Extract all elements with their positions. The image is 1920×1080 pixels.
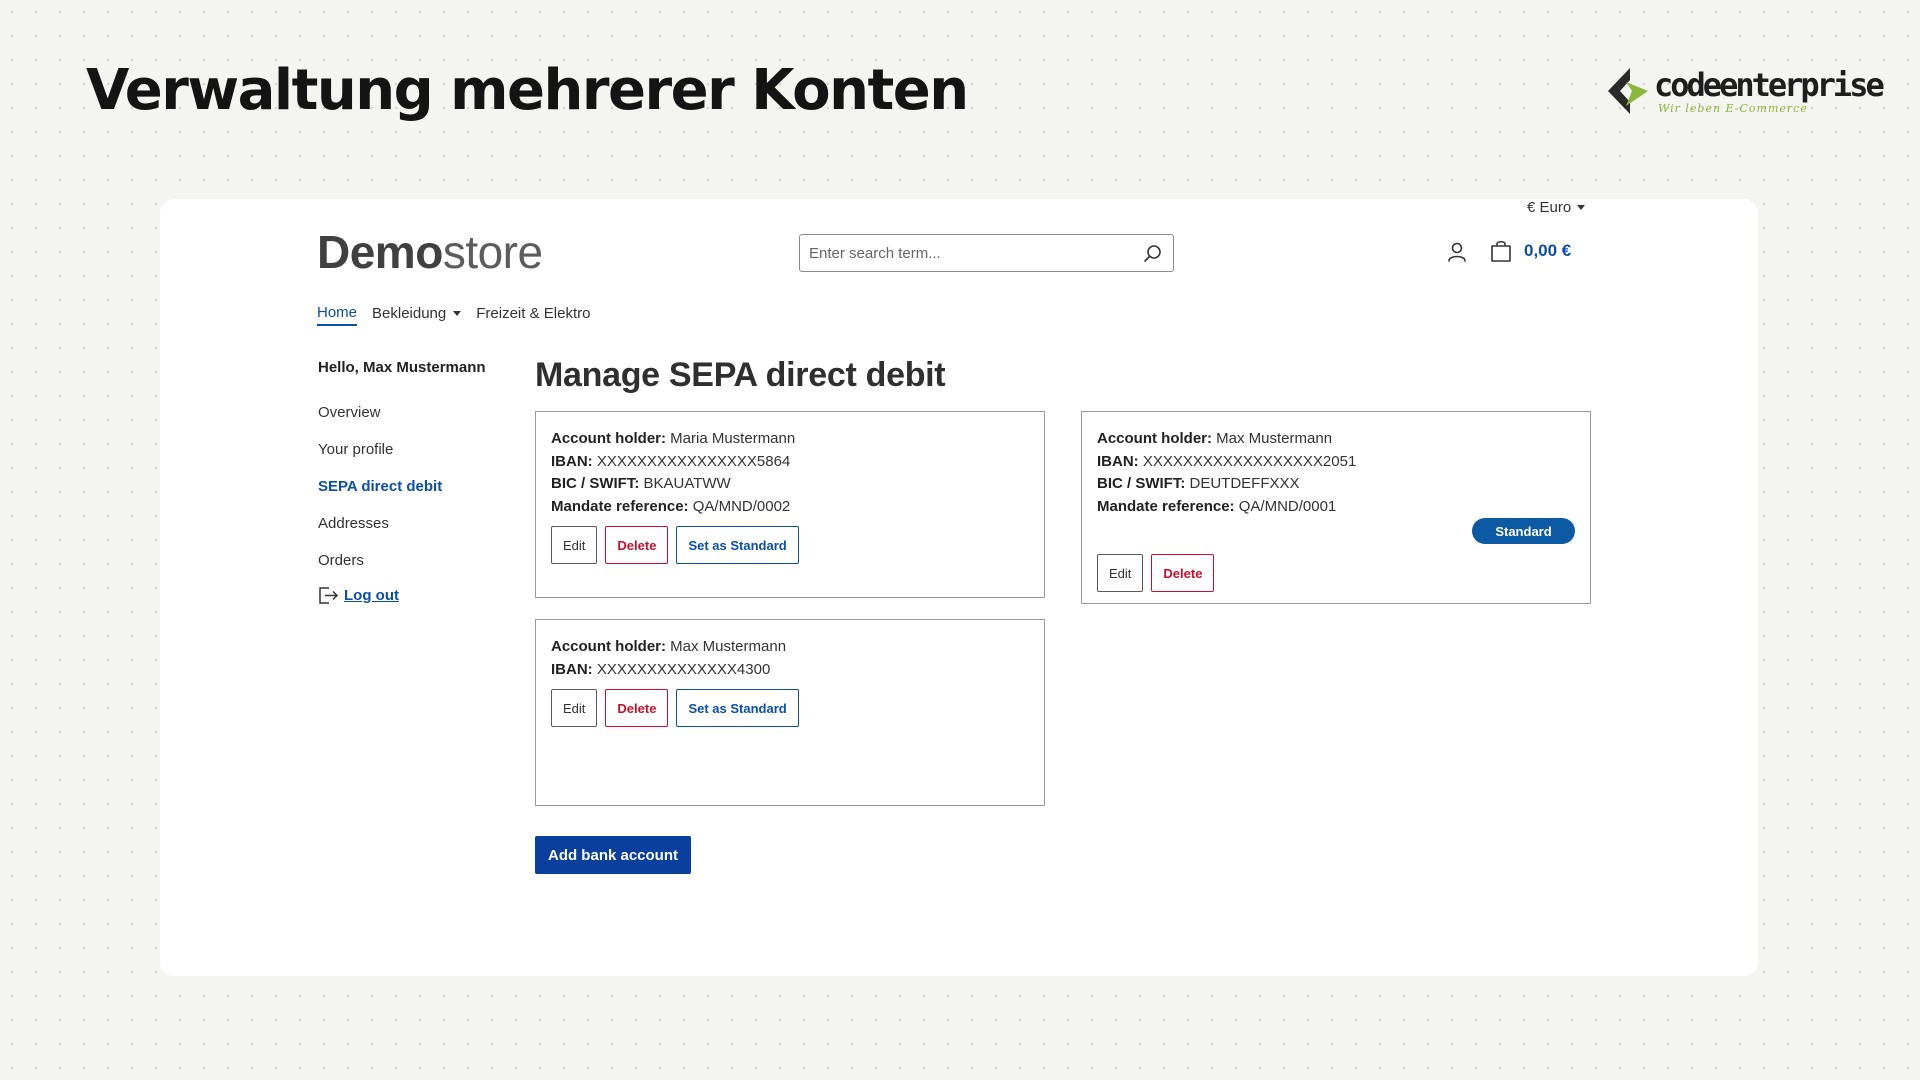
account-holder-value: Max Mustermann bbox=[1216, 430, 1333, 447]
add-bank-account-button[interactable]: Add bank account bbox=[535, 836, 691, 874]
sidebar-item-overview[interactable]: Overview bbox=[318, 404, 538, 441]
iban-value: XXXXXXXXXXXXXXXXXX2051 bbox=[1142, 452, 1357, 470]
cart-icon[interactable] bbox=[1490, 239, 1512, 263]
sidebar-item-orders[interactable]: Orders bbox=[318, 552, 538, 589]
sidebar-item-profile[interactable]: Your profile bbox=[318, 441, 538, 478]
field-label: Account holder: bbox=[551, 430, 666, 447]
currency-label: € Euro bbox=[1527, 199, 1572, 216]
mandate-value: QA/MND/0001 bbox=[1238, 497, 1337, 515]
delete-button[interactable]: Delete bbox=[605, 526, 669, 564]
field-label: Account holder: bbox=[1097, 430, 1212, 447]
mandate-line: Mandate reference: QA/MND/0001 bbox=[1097, 496, 1575, 519]
mandate-value: QA/MND/0002 bbox=[692, 497, 791, 515]
store-logo-light: store bbox=[442, 226, 543, 278]
account-holder-value: Max Mustermann bbox=[670, 638, 787, 655]
field-label: Account holder: bbox=[551, 638, 666, 655]
edit-button[interactable]: Edit bbox=[1097, 554, 1144, 592]
set-standard-button[interactable]: Set as Standard bbox=[676, 526, 799, 564]
brand-name: codeenterprise bbox=[1654, 66, 1885, 104]
main-navigation: Home Bekleidung Freizeit & Elektro bbox=[317, 304, 590, 326]
account-actions: Edit Delete bbox=[1097, 554, 1575, 592]
account-actions: Edit Delete Set as Standard bbox=[551, 689, 1029, 727]
iban-line: IBAN: XXXXXXXXXXXXXX4300 bbox=[551, 659, 1029, 682]
nav-item-freizeit-elektro[interactable]: Freizeit & Elektro bbox=[476, 304, 590, 326]
store-screenshot-card: € Euro Demostore 0,00 € Home Bekleidung … bbox=[160, 199, 1758, 976]
chevron-down-icon bbox=[1577, 205, 1586, 210]
brand-tagline: Wir leben E-Commerce bbox=[1658, 102, 1808, 115]
iban-line: IBAN: XXXXXXXXXXXXXXXX5864 bbox=[551, 451, 1029, 474]
bank-account-card: Account holder: Maria Mustermann IBAN: X… bbox=[535, 411, 1045, 598]
logout-icon bbox=[319, 587, 339, 604]
set-standard-button[interactable]: Set as Standard bbox=[676, 689, 799, 727]
standard-badge: Standard bbox=[1472, 518, 1575, 544]
field-label: Mandate reference: bbox=[551, 497, 689, 515]
search-box bbox=[799, 234, 1174, 272]
iban-value: XXXXXXXXXXXXXX4300 bbox=[596, 660, 771, 678]
sidebar-item-addresses[interactable]: Addresses bbox=[318, 515, 538, 552]
account-holder-value: Maria Mustermann bbox=[670, 430, 796, 447]
account-sidebar: Hello, Max Mustermann Overview Your prof… bbox=[318, 359, 538, 605]
bic-line: BIC / SWIFT: BKAUATWW bbox=[551, 473, 1029, 496]
nav-item-bekleidung[interactable]: Bekleidung bbox=[372, 304, 462, 326]
delete-button[interactable]: Delete bbox=[605, 689, 669, 727]
brand-mark-icon bbox=[1608, 68, 1648, 114]
bank-account-card: Account holder: Max Mustermann IBAN: XXX… bbox=[535, 619, 1045, 806]
nav-item-home[interactable]: Home bbox=[317, 304, 358, 326]
iban-line: IBAN: XXXXXXXXXXXXXXXXXX2051 bbox=[1097, 451, 1575, 474]
logout-label: Log out bbox=[344, 586, 399, 604]
field-label: IBAN: bbox=[551, 660, 593, 678]
account-holder-line: Account holder: Max Mustermann bbox=[1097, 428, 1575, 451]
mandate-line: Mandate reference: QA/MND/0002 bbox=[551, 496, 1029, 519]
account-holder-line: Account holder: Maria Mustermann bbox=[551, 428, 1029, 451]
field-label: IBAN: bbox=[1097, 452, 1139, 470]
store-logo-bold: Demo bbox=[317, 226, 443, 278]
delete-button[interactable]: Delete bbox=[1151, 554, 1215, 592]
field-label: BIC / SWIFT: bbox=[551, 475, 640, 492]
logout-link[interactable]: Log out bbox=[318, 585, 538, 605]
chevron-down-icon bbox=[453, 311, 462, 316]
bic-value: DEUTDEFFXXX bbox=[1189, 475, 1300, 492]
sidebar-item-sepa[interactable]: SEPA direct debit bbox=[318, 478, 538, 515]
edit-button[interactable]: Edit bbox=[551, 689, 598, 727]
nav-item-label: Bekleidung bbox=[372, 305, 447, 322]
bic-line: BIC / SWIFT: DEUTDEFFXXX bbox=[1097, 473, 1575, 496]
currency-selector[interactable]: € Euro bbox=[1527, 199, 1586, 216]
search-input[interactable] bbox=[800, 235, 1120, 271]
iban-value: XXXXXXXXXXXXXXXX5864 bbox=[596, 452, 791, 470]
field-label: IBAN: bbox=[551, 452, 593, 470]
bank-account-card-standard: Account holder: Max Mustermann IBAN: XXX… bbox=[1081, 411, 1591, 604]
account-holder-line: Account holder: Max Mustermann bbox=[551, 636, 1029, 659]
account-actions: Edit Delete Set as Standard bbox=[551, 526, 1029, 564]
edit-button[interactable]: Edit bbox=[551, 526, 598, 564]
account-icon[interactable] bbox=[1447, 241, 1467, 263]
nav-item-label: Freizeit & Elektro bbox=[476, 305, 591, 322]
cart-total[interactable]: 0,00 € bbox=[1524, 241, 1571, 261]
slide-title: Verwaltung mehrerer Konten bbox=[86, 58, 969, 123]
codeenterprise-logo: codeenterprise Wir leben E-Commerce bbox=[1608, 64, 1885, 118]
field-label: BIC / SWIFT: bbox=[1097, 475, 1186, 492]
store-logo[interactable]: Demostore bbox=[317, 225, 543, 279]
bic-value: BKAUATWW bbox=[643, 475, 731, 492]
page-title: Manage SEPA direct debit bbox=[535, 356, 946, 394]
field-label: Mandate reference: bbox=[1097, 497, 1235, 515]
search-icon[interactable] bbox=[1143, 244, 1163, 264]
nav-item-label: Home bbox=[317, 304, 358, 321]
account-greeting: Hello, Max Mustermann bbox=[318, 359, 486, 376]
